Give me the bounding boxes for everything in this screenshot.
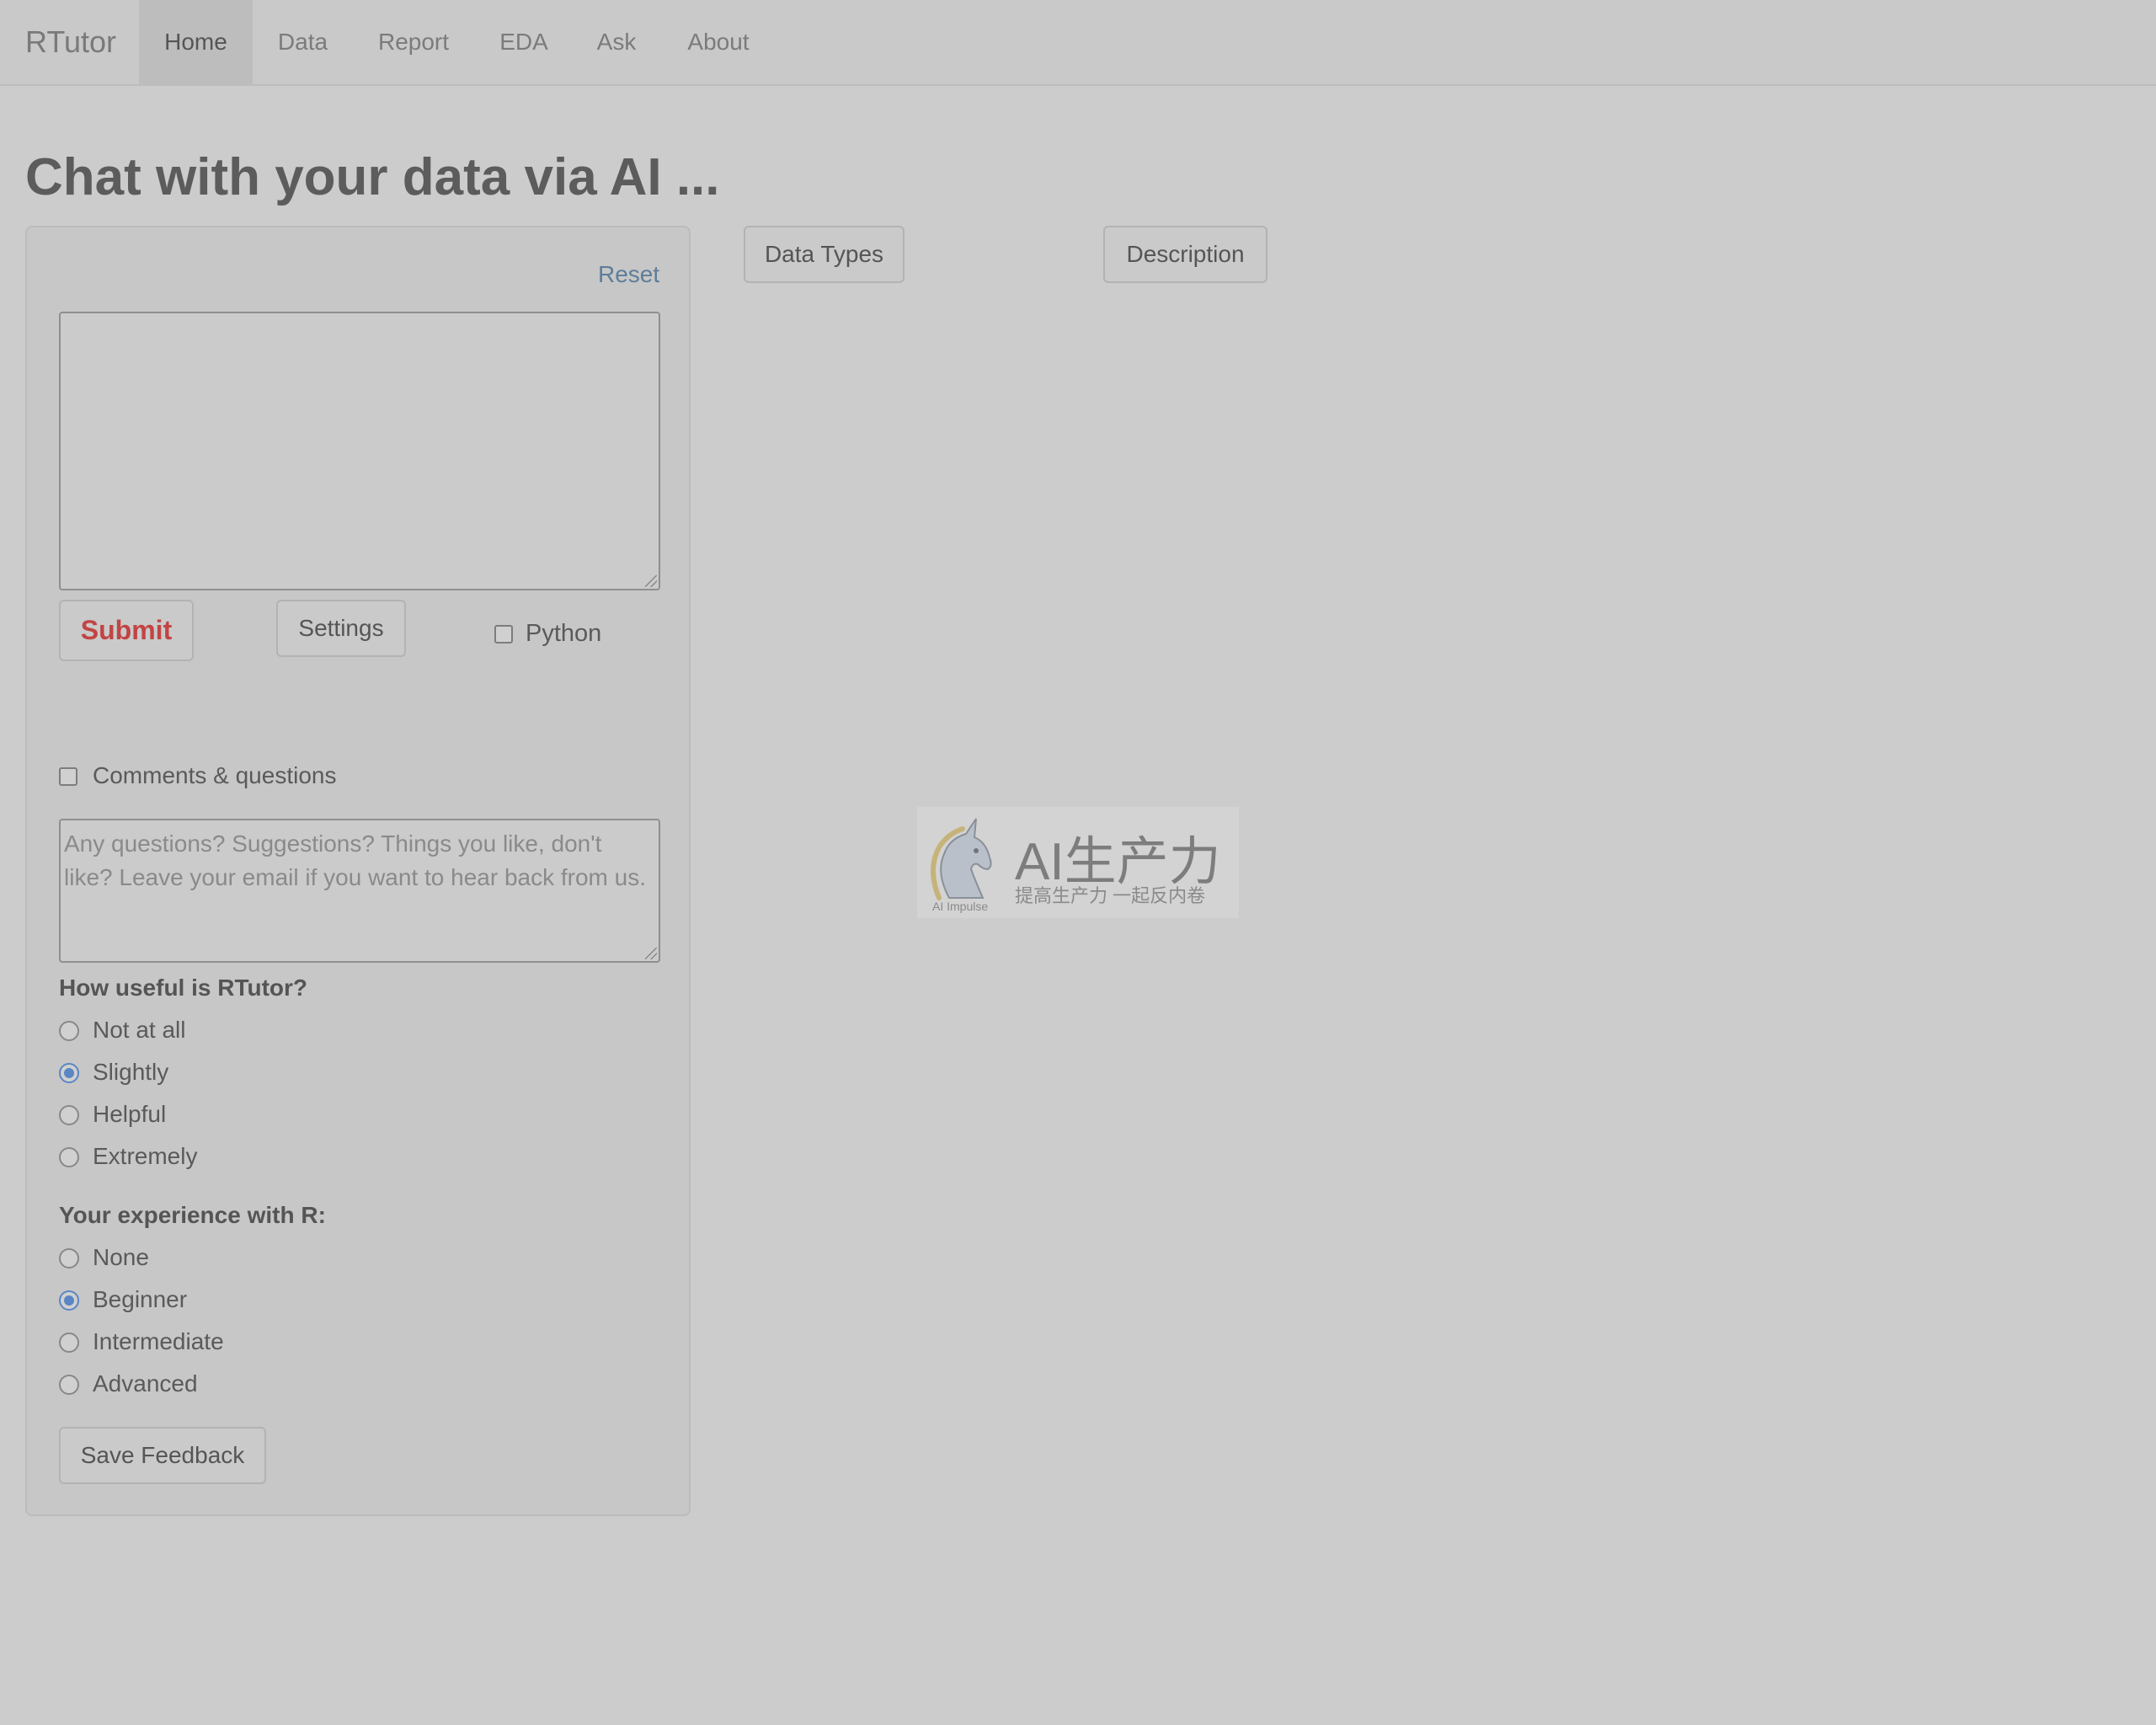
usefulness-question: How useful is RTutor? xyxy=(59,975,308,1001)
usefulness-radio-not-at-all[interactable] xyxy=(59,1021,79,1041)
usefulness-option-label[interactable]: Helpful xyxy=(93,1101,166,1128)
usefulness-option-label[interactable]: Not at all xyxy=(93,1017,186,1044)
top-navbar: RTutor Home Data Report EDA Ask About xyxy=(0,0,2156,86)
unicorn-logo-icon xyxy=(931,818,992,900)
experience-option-label[interactable]: None xyxy=(93,1244,149,1271)
watermark-subtitle: 提高生产力 一起反内卷 xyxy=(1015,885,1206,906)
nav-tab-ask[interactable]: Ask xyxy=(584,0,648,84)
experience-option-label[interactable]: Intermediate xyxy=(93,1328,224,1355)
settings-button[interactable]: Settings xyxy=(276,600,406,657)
experience-radio-beginner[interactable] xyxy=(59,1290,79,1311)
nav-tab-data[interactable]: Data xyxy=(263,0,343,84)
experience-question: Your experience with R: xyxy=(59,1202,326,1228)
usefulness-option-label[interactable]: Slightly xyxy=(93,1059,168,1086)
nav-tab-home[interactable]: Home xyxy=(139,0,253,84)
watermark-logo-caption: AI Impulse xyxy=(932,900,989,913)
usefulness-radio-extremely[interactable] xyxy=(59,1147,79,1167)
resize-grip-icon[interactable] xyxy=(645,575,657,587)
data-types-button[interactable]: Data Types xyxy=(744,226,905,283)
experience-radio-advanced[interactable] xyxy=(59,1375,79,1395)
comments-checkbox[interactable] xyxy=(59,767,77,786)
python-label[interactable]: Python xyxy=(526,620,601,648)
usefulness-option-label[interactable]: Extremely xyxy=(93,1143,197,1170)
page-title: Chat with your data via AI ... xyxy=(25,148,720,206)
comments-placeholder: Any questions? Suggestions? Things you l… xyxy=(64,830,647,890)
save-feedback-button[interactable]: Save Feedback xyxy=(59,1427,266,1484)
nav-tab-about[interactable]: About xyxy=(674,0,763,84)
resize-grip-icon[interactable] xyxy=(645,948,657,959)
comments-textarea[interactable]: Any questions? Suggestions? Things you l… xyxy=(59,819,660,963)
usefulness-radio-slightly[interactable] xyxy=(59,1063,79,1083)
experience-option-label[interactable]: Advanced xyxy=(93,1370,198,1397)
usefulness-radio-helpful[interactable] xyxy=(59,1105,79,1125)
watermark: AI Impulse AI生产力 提高生产力 一起反内卷 xyxy=(917,807,1239,918)
description-button[interactable]: Description xyxy=(1103,226,1267,283)
comments-label[interactable]: Comments & questions xyxy=(93,762,336,789)
nav-tab-report[interactable]: Report xyxy=(364,0,463,84)
experience-option-label[interactable]: Beginner xyxy=(93,1286,187,1313)
nav-tab-eda[interactable]: EDA xyxy=(487,0,561,84)
python-checkbox[interactable] xyxy=(494,625,513,644)
brand-logo[interactable]: RTutor xyxy=(25,0,116,84)
experience-radio-none[interactable] xyxy=(59,1248,79,1268)
reset-link[interactable]: Reset xyxy=(598,261,659,288)
submit-button[interactable]: Submit xyxy=(59,600,194,661)
prompt-textarea[interactable] xyxy=(59,312,660,590)
experience-radio-intermediate[interactable] xyxy=(59,1332,79,1353)
